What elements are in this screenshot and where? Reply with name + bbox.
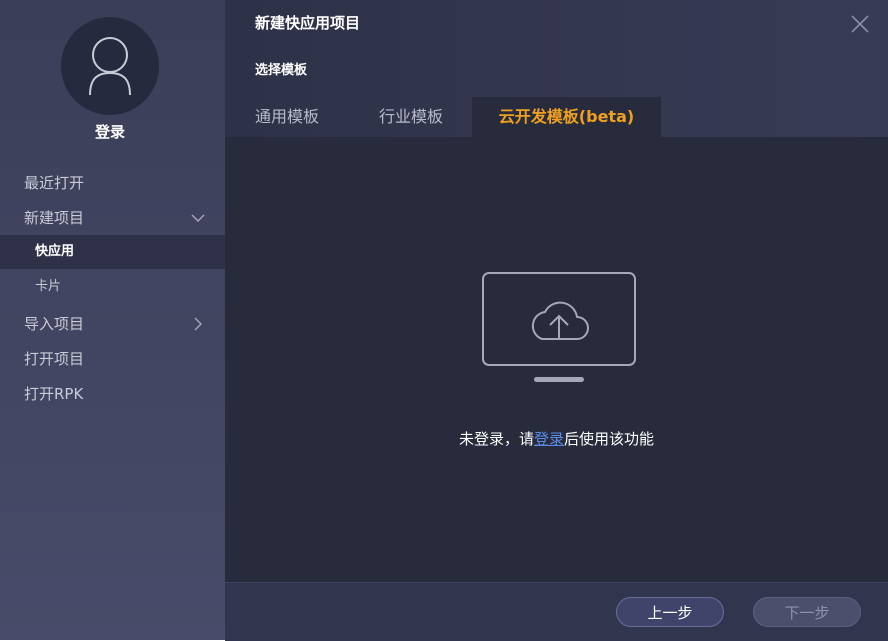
avatar[interactable] xyxy=(61,17,159,115)
sidebar-item-import-project[interactable]: 导入项目 xyxy=(0,307,225,341)
message-text-before: 未登录，请 xyxy=(458,430,534,448)
chevron-right-icon xyxy=(194,317,202,331)
close-icon xyxy=(851,15,869,33)
previous-step-button[interactable]: 上一步 xyxy=(616,597,724,627)
sidebar-item-label: 最近打开 xyxy=(24,174,85,192)
sidebar-item-label: 卡片 xyxy=(35,279,62,294)
tab-general-templates[interactable]: 通用模板 xyxy=(225,97,349,137)
tab-content: 未登录，请登录后使用该功能 xyxy=(225,137,888,582)
close-button[interactable] xyxy=(850,14,870,34)
login-link-inline[interactable]: 登录 xyxy=(534,430,564,448)
next-step-button[interactable]: 下一步 xyxy=(753,597,861,627)
message-text-after: 后使用该功能 xyxy=(564,430,655,448)
sidebar-item-open-project[interactable]: 打开项目 xyxy=(0,342,225,376)
tab-cloud-templates[interactable]: 云开发模板(beta) xyxy=(472,97,661,137)
dialog-title: 新建快应用项目 xyxy=(255,14,361,32)
dialog-footer: 上一步 下一步 xyxy=(225,582,888,641)
section-label: 选择模板 xyxy=(255,63,308,78)
login-link[interactable]: 登录 xyxy=(0,121,220,142)
sidebar-item-label: 快应用 xyxy=(35,244,75,259)
cloud-upload-monitor-icon xyxy=(482,272,636,382)
sidebar-item-open-rpk[interactable]: 打开RPK xyxy=(0,377,225,411)
dialog-main: 新建快应用项目 选择模板 通用模板 行业模板 云开发模板(beta) 未登录，请… xyxy=(225,0,888,641)
sidebar-item-label: 导入项目 xyxy=(24,315,85,333)
sidebar-item-label: 新建项目 xyxy=(24,209,85,227)
dialog-header: 新建快应用项目 选择模板 通用模板 行业模板 云开发模板(beta) xyxy=(225,0,888,137)
sidebar-item-card[interactable]: 卡片 xyxy=(0,270,225,304)
login-required-message: 未登录，请登录后使用该功能 xyxy=(225,428,888,449)
chevron-down-icon xyxy=(191,214,205,222)
sidebar-item-recent[interactable]: 最近打开 xyxy=(0,166,225,200)
sidebar-item-label: 打开项目 xyxy=(24,350,85,368)
tab-industry-templates[interactable]: 行业模板 xyxy=(349,97,473,137)
sidebar: 登录 最近打开 新建项目 快应用 卡片 导入项目 打开项目 打开RPK xyxy=(0,0,225,640)
sidebar-item-quick-app[interactable]: 快应用 xyxy=(0,235,225,269)
user-icon xyxy=(89,37,131,96)
sidebar-item-label: 打开RPK xyxy=(24,385,84,403)
sidebar-item-new-project[interactable]: 新建项目 xyxy=(0,201,225,235)
